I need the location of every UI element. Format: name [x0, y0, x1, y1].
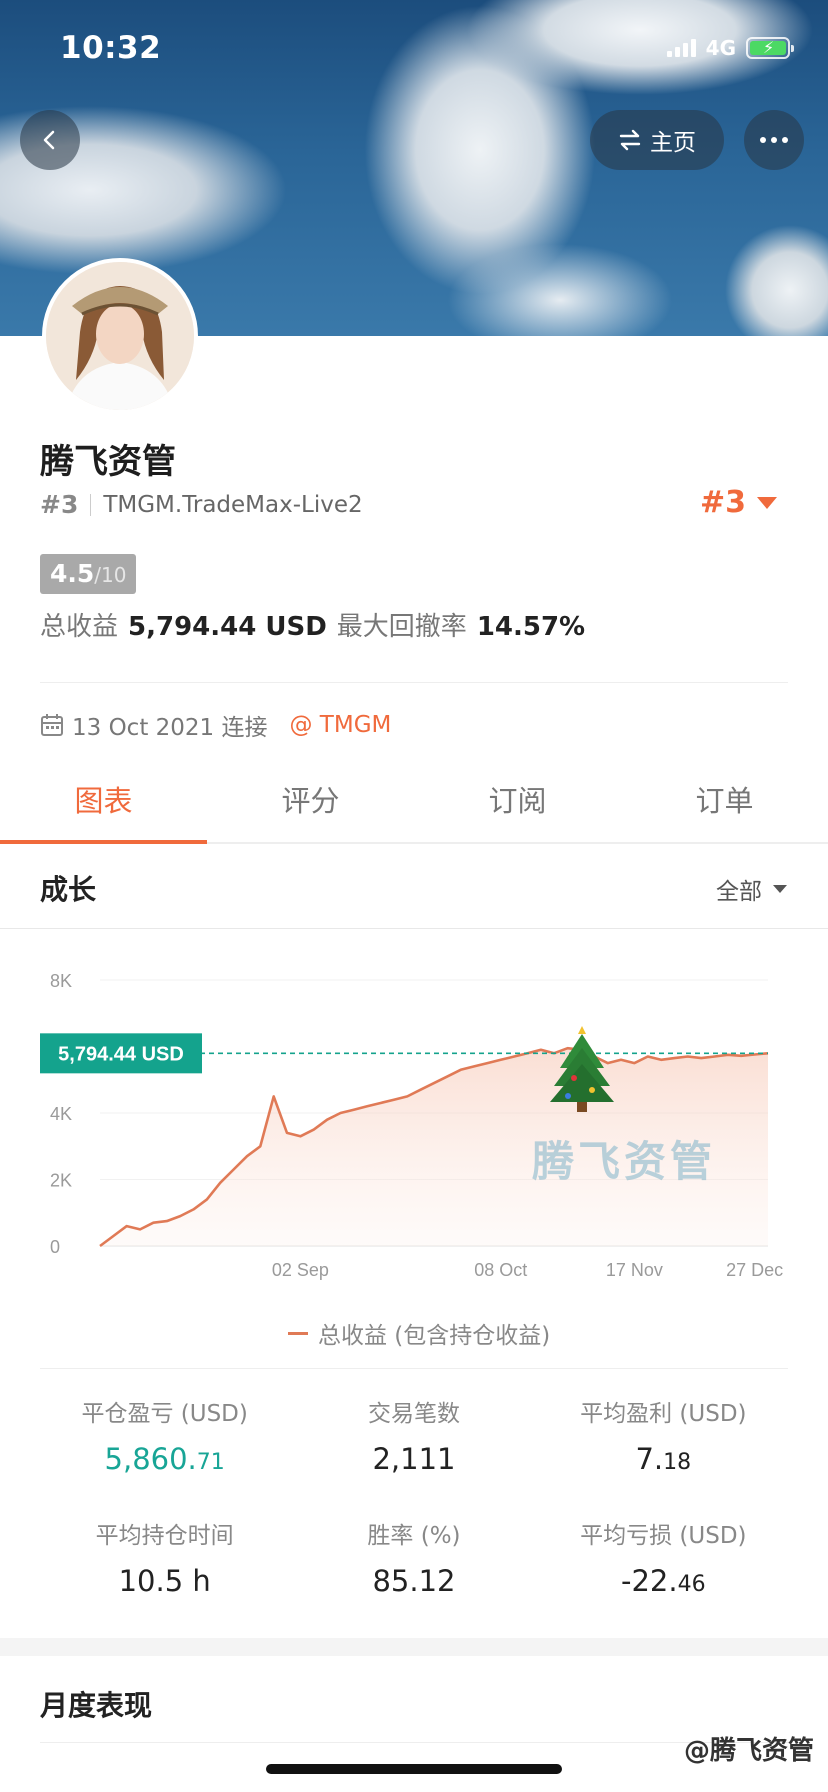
y-tick-label: 0: [50, 1237, 60, 1257]
account-server: TMGM.TradeMax-Live2: [103, 491, 363, 518]
y-tick-label: 2K: [50, 1171, 72, 1191]
avatar-portrait: [46, 262, 194, 410]
divider: [40, 682, 788, 683]
stat-label: 平均亏损 (USD): [580, 1523, 747, 1549]
broker-link[interactable]: @ TMGM: [290, 712, 392, 738]
home-button[interactable]: 主页: [590, 110, 724, 170]
monthly-title: 月度表现: [40, 1689, 153, 1722]
stats-grid: 平仓盈亏 (USD) 5,860.71 交易笔数 2,111 平均盈利 (USD) 7.1…: [40, 1394, 788, 1598]
more-button[interactable]: [744, 110, 804, 170]
y-tick-label: 8K: [50, 971, 72, 991]
stat-item: 平仓盈亏 (USD) 5,860.71: [40, 1394, 289, 1476]
chart-watermark: 腾飞资管: [532, 1137, 716, 1186]
caret-down-icon: [757, 496, 777, 509]
tab-chart[interactable]: 图表: [0, 760, 207, 844]
stat-item: 胜率 (%) 85.12: [289, 1516, 538, 1598]
stat-label: 交易笔数: [367, 1401, 460, 1427]
home-label: 主页: [650, 130, 696, 156]
legend-label: 总收益 (包含持仓收益): [318, 1323, 551, 1349]
divider: [0, 928, 828, 929]
stat-value-decimal: 71: [196, 1450, 225, 1475]
legend-line-swatch: [288, 1331, 308, 1335]
status-time: 10:32: [60, 30, 162, 66]
stat-label: 平均持仓时间: [95, 1523, 234, 1549]
stat-value: 2,111: [289, 1442, 538, 1476]
chevron-left-icon: [43, 130, 55, 150]
section-gap: [0, 1638, 828, 1656]
stat-value-main: 7.: [635, 1442, 664, 1476]
trader-name: 腾飞资管: [40, 442, 176, 482]
divider: [40, 1742, 788, 1743]
range-filter[interactable]: 全部: [716, 872, 788, 906]
tab-orders[interactable]: 订单: [621, 760, 828, 842]
stat-value: 10.5 h: [40, 1564, 289, 1598]
tab-bar: 图表 评分 订阅 订单: [0, 760, 828, 844]
x-tick-label: 17 Nov: [606, 1260, 663, 1280]
stat-value-main: 10.5 h: [118, 1564, 211, 1598]
signal-icon: [666, 39, 696, 57]
rank-badge: #3: [40, 490, 79, 519]
status-indicators: 4G ⚡: [666, 36, 794, 60]
stat-value: 85.12: [289, 1564, 538, 1598]
stat-label: 胜率 (%): [367, 1523, 461, 1549]
rank-value: #3: [699, 485, 746, 520]
x-tick-label: 02 Sep: [272, 1260, 329, 1280]
avatar[interactable]: [42, 258, 198, 414]
stat-value: 5,860.71: [40, 1442, 289, 1476]
account-line: #3 TMGM.TradeMax-Live2: [40, 490, 363, 519]
tab-score[interactable]: 评分: [207, 760, 414, 842]
divider: [40, 1368, 788, 1369]
growth-title: 成长: [40, 873, 97, 906]
stat-item: 平均盈利 (USD) 7.18: [539, 1394, 788, 1476]
summary-line: 总收益 5,794.44 USD 最大回撤率 14.57%: [40, 606, 585, 643]
more-dots-icon: [760, 137, 788, 143]
network-type: 4G: [705, 36, 736, 60]
battery-charging-icon: ⚡: [746, 37, 794, 59]
score-max: /10: [94, 563, 127, 587]
stat-label: 平仓盈亏 (USD): [81, 1401, 248, 1427]
swap-arrows-icon: [619, 129, 641, 151]
stat-item: 平均持仓时间 10.5 h: [40, 1516, 289, 1598]
range-filter-label: 全部: [716, 879, 762, 905]
stat-item: 平均亏损 (USD) -22.46: [539, 1516, 788, 1598]
max-drawdown-value: 14.57%: [476, 612, 586, 642]
stat-label: 平均盈利 (USD): [580, 1401, 747, 1427]
x-tick-label: 27 Dec: [726, 1260, 783, 1280]
stat-value: 7.18: [539, 1442, 788, 1476]
y-tick-label: 4K: [50, 1104, 72, 1124]
stat-value-main: 5,860.: [104, 1442, 197, 1476]
current-value-label: 5,794.44 USD: [58, 1043, 184, 1065]
stat-value-main: 2,111: [372, 1442, 456, 1476]
joined-date: 13 Oct 2021 连接: [72, 715, 268, 741]
stat-value-decimal: 18: [663, 1450, 692, 1475]
total-profit-label: 总收益: [40, 612, 119, 642]
score-value: 4.5: [50, 559, 95, 588]
back-button[interactable]: [20, 110, 80, 170]
stat-value-decimal: 46: [677, 1572, 706, 1597]
stat-value-main: -22.: [621, 1564, 678, 1598]
chart-legend: 总收益 (包含持仓收益): [288, 1316, 550, 1350]
total-profit-value: 5,794.44 USD: [128, 612, 327, 642]
caret-down-icon: [773, 885, 787, 893]
max-drawdown-label: 最大回撤率: [336, 612, 467, 642]
x-tick-label: 08 Oct: [474, 1260, 527, 1280]
stat-value: -22.46: [539, 1564, 788, 1598]
rank-dropdown[interactable]: #3: [700, 485, 778, 520]
calendar-icon: [41, 714, 63, 736]
footer-watermark: @腾飞资管: [683, 1736, 814, 1766]
growth-chart: 8K 4K 2K 0 02 Sep 08 Oct 17 Nov 27 Dec 5,794.44 …: [40, 971, 783, 1280]
separator: [90, 493, 92, 516]
home-indicator[interactable]: [266, 1764, 562, 1774]
joined-info: 13 Oct 2021 连接 @ TMGM: [40, 708, 391, 742]
tab-subscribe[interactable]: 订阅: [414, 760, 621, 842]
stat-value-main: 85.12: [372, 1564, 456, 1598]
stat-item: 交易笔数 2,111: [289, 1394, 538, 1476]
score-badge: 4.5 /10: [40, 554, 137, 594]
